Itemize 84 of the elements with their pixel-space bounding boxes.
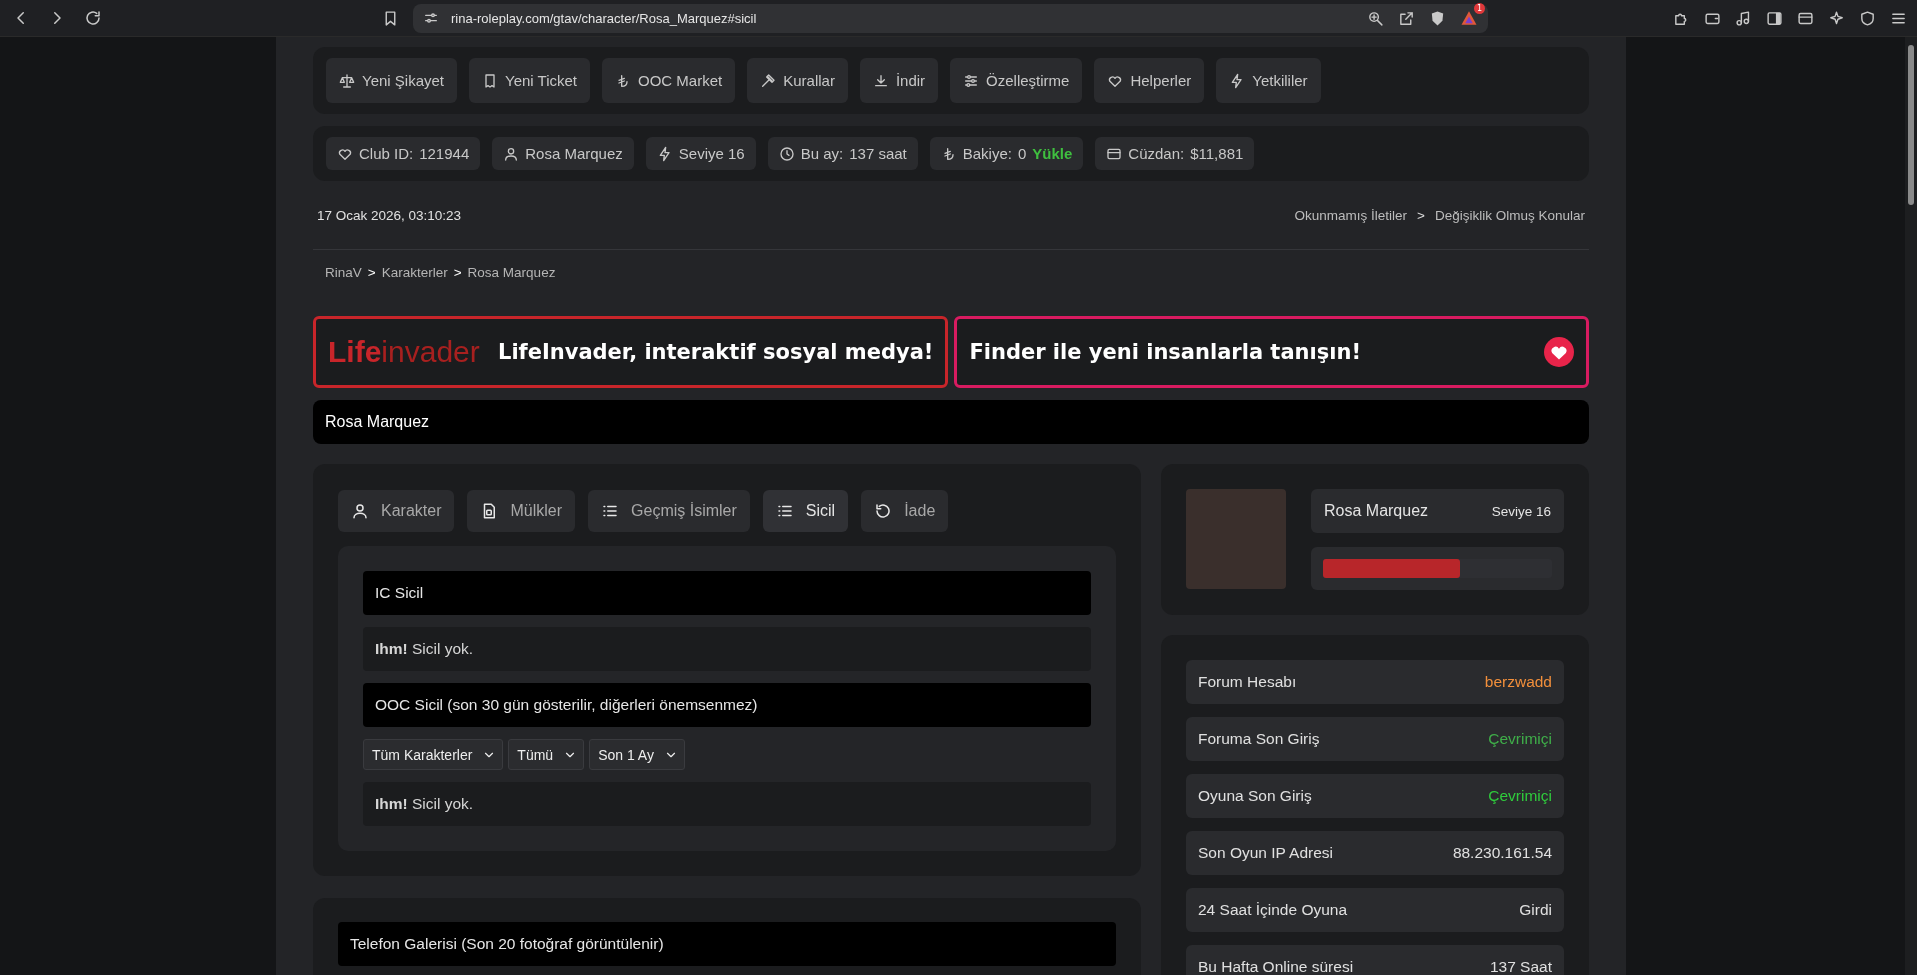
breadcrumb-separator: > bbox=[367, 264, 376, 280]
reload-icon[interactable] bbox=[84, 9, 102, 27]
empty-message: Ihm! Sicil yok. bbox=[363, 782, 1091, 826]
filter-dropdown[interactable]: Tümü bbox=[508, 739, 585, 770]
hammer-icon bbox=[760, 72, 777, 89]
download-icon bbox=[872, 72, 889, 89]
lifeinvader-logo: Lifeinvader bbox=[328, 335, 481, 369]
level-label: Seviye 16 bbox=[1491, 503, 1551, 519]
date-time: 17 Ocak 2026, 03:10:23 bbox=[317, 207, 462, 223]
stat-label: Son Oyun IP Adresi bbox=[1198, 844, 1333, 862]
lira-icon bbox=[615, 72, 631, 89]
clock-icon bbox=[778, 145, 795, 162]
tab[interactable]: Mülkler bbox=[467, 490, 576, 532]
person-icon bbox=[351, 502, 369, 520]
chip-label: Bakiye: bbox=[962, 145, 1012, 162]
chip-value: $11,881 bbox=[1190, 145, 1244, 162]
nav-button[interactable]: Kurallar bbox=[747, 58, 848, 103]
music-icon[interactable] bbox=[1735, 9, 1752, 27]
stat-label: Forum Hesabı bbox=[1198, 673, 1297, 691]
chip-label: Bu ay: bbox=[800, 145, 844, 162]
section-header: IC Sicil bbox=[363, 571, 1091, 615]
scrollbar[interactable] bbox=[1905, 37, 1917, 975]
stat-label: Foruma Son Giriş bbox=[1198, 730, 1320, 748]
stat-value: 88.230.161.54 bbox=[1452, 844, 1552, 862]
banner-text: LifeInvader, interaktif sosyal medya! bbox=[498, 340, 934, 364]
stat-label: Oyuna Son Giriş bbox=[1198, 787, 1312, 805]
breadcrumb-link[interactable]: Karakterler bbox=[381, 264, 448, 280]
nav-button[interactable]: Yetkililer bbox=[1216, 58, 1321, 103]
breadcrumb-current: Rosa Marquez bbox=[467, 264, 556, 280]
nav-button[interactable]: İndir bbox=[859, 58, 939, 103]
stat-value: Çevrimiçi bbox=[1488, 730, 1552, 748]
nav-button[interactable]: Helperler bbox=[1094, 58, 1205, 103]
sidebar-icon[interactable] bbox=[1766, 9, 1783, 27]
breadcrumb-link[interactable]: RinaV bbox=[325, 264, 362, 280]
chip-label: Club ID: bbox=[359, 145, 414, 162]
filter-dropdown[interactable]: Tüm Karakterler bbox=[363, 739, 504, 770]
stat-value: berzwadd bbox=[1484, 673, 1552, 691]
zoom-icon[interactable] bbox=[1367, 9, 1384, 27]
filter-dropdown[interactable]: Son 1 Ay bbox=[589, 739, 685, 770]
top-up-link[interactable]: Yükle bbox=[1032, 145, 1073, 162]
nav-button[interactable]: Özelleştirme bbox=[950, 58, 1083, 103]
scale-icon bbox=[339, 72, 355, 89]
stat-value: Girdi bbox=[1519, 901, 1552, 919]
sparkle-icon[interactable] bbox=[1828, 9, 1845, 27]
share-icon[interactable] bbox=[1398, 9, 1415, 27]
url-text[interactable]: rina-roleplay.com/gtav/character/Rosa_Marquez#sicil bbox=[451, 10, 757, 26]
ad-banner[interactable]: Lifeinvader LifeInvader, interaktif sosyal medya! bbox=[313, 316, 949, 388]
tab[interactable]: Geçmiş İsimler bbox=[588, 490, 750, 532]
rotate-icon bbox=[874, 502, 893, 520]
chip-value: 121944 bbox=[419, 145, 470, 162]
triangle-icon[interactable] bbox=[1460, 9, 1478, 27]
character-name: Rosa Marquez bbox=[1324, 502, 1429, 520]
section-header: Telefon Galerisi (Son 20 fotoğraf görüntülenir) bbox=[338, 922, 1116, 966]
stat-label: 24 Saat İçinde Oyuna bbox=[1198, 901, 1348, 919]
breadcrumb-separator: > bbox=[453, 264, 462, 280]
scrollbar-thumb[interactable] bbox=[1908, 45, 1914, 205]
tab[interactable]: Sicil bbox=[762, 490, 849, 532]
sliders-icon bbox=[963, 72, 980, 89]
address-bar[interactable]: rina-roleplay.com/gtav/character/Rosa_Marquez#sicil 1 bbox=[413, 3, 1488, 33]
forum-link[interactable]: Değişiklik Olmuş Konular bbox=[1434, 207, 1585, 223]
chip-value: Rosa Marquez bbox=[525, 145, 623, 162]
nav-button[interactable]: OOC Market bbox=[602, 58, 736, 103]
page-title: Rosa Marquez bbox=[313, 400, 1589, 444]
separator: > bbox=[1417, 207, 1425, 223]
chip-label: Cüzdan: bbox=[1128, 145, 1185, 162]
nav-button[interactable]: Yeni Şikayet bbox=[326, 58, 457, 103]
banner-text: Finder ile yeni insanlarla tanışın! bbox=[969, 340, 1361, 364]
nav-button[interactable]: Yeni Ticket bbox=[469, 58, 590, 103]
chip-value: 137 saat bbox=[849, 145, 907, 162]
tab[interactable]: İade bbox=[861, 490, 949, 532]
receipt-icon bbox=[482, 72, 498, 89]
ad-banner[interactable]: Finder ile yeni insanlarla tanışın! bbox=[954, 316, 1589, 388]
chip-value: 0 bbox=[1017, 145, 1027, 162]
stat-value: 137 Saat bbox=[1489, 958, 1552, 975]
notification-badge: 1 bbox=[1473, 3, 1485, 14]
person-icon bbox=[503, 145, 520, 162]
section-header: OOC Sicil (son 30 gün gösterilir, diğerleri önemsenmez) bbox=[363, 683, 1091, 727]
tab[interactable]: Karakter bbox=[338, 490, 455, 532]
forum-link[interactable]: Okunmamış İletiler bbox=[1294, 207, 1408, 223]
chip-value: Seviye 16 bbox=[678, 145, 745, 162]
stat-value: Çevrimiçi bbox=[1488, 787, 1552, 805]
stat-label: Bu Hafta Online süresi bbox=[1198, 958, 1354, 975]
empty-message: Ihm! Sicil yok. bbox=[363, 627, 1091, 671]
shield-icon[interactable] bbox=[1859, 9, 1876, 27]
